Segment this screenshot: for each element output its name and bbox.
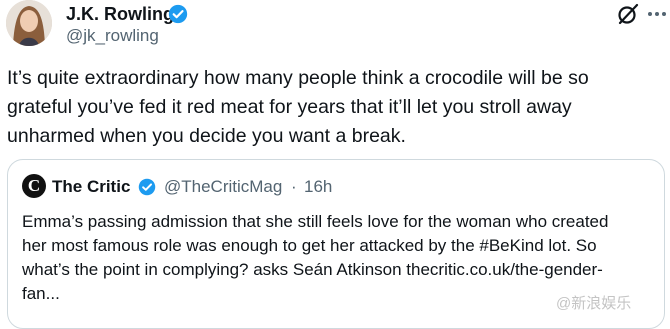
quoted-author-name[interactable]: The Critic <box>52 176 130 198</box>
the-critic-logo[interactable]: C <box>22 174 46 198</box>
verified-badge-icon <box>138 178 156 196</box>
grok-icon[interactable] <box>616 2 640 26</box>
tweet-text: It’s quite extraordinary how many people… <box>7 67 589 147</box>
author-name[interactable]: J.K. Rowling <box>66 3 174 25</box>
dot-separator: · <box>291 177 297 196</box>
verified-badge-icon <box>168 4 188 24</box>
avatar-photo <box>6 0 52 46</box>
watermark: @新浪娱乐 <box>556 295 632 312</box>
quoted-timestamp[interactable]: 16h <box>304 176 332 198</box>
quoted-author-handle[interactable]: @TheCriticMag <box>164 176 282 198</box>
quoted-tweet-text: Emma’s passing admission that she still … <box>22 212 609 303</box>
more-options-icon[interactable] <box>648 12 666 16</box>
author-avatar[interactable] <box>6 0 52 46</box>
author-handle[interactable]: @jk_rowling <box>66 25 159 47</box>
